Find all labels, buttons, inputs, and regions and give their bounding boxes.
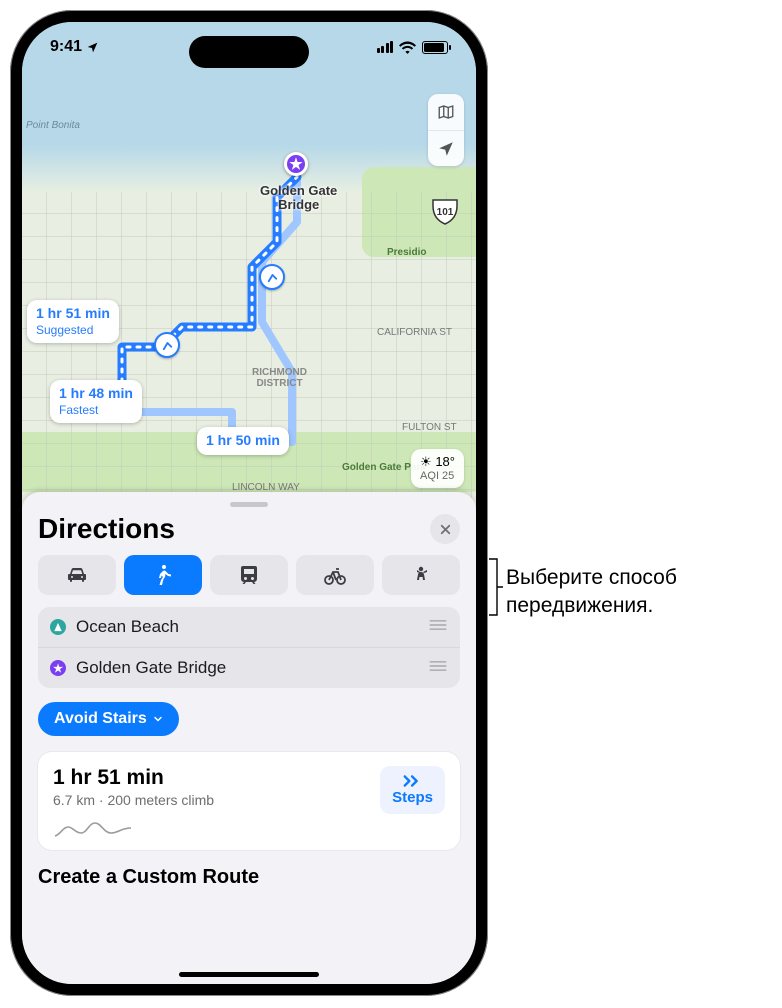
transport-mode-row xyxy=(38,555,460,595)
location-services-icon xyxy=(86,41,99,54)
aqi-value: AQI 25 xyxy=(420,470,455,483)
route-subtitle: 6.7 km · 200 meters climb xyxy=(53,792,368,808)
destination-pin[interactable]: ★ xyxy=(284,152,308,176)
route-bubble-fastest[interactable]: 1 hr 48 min Fastest xyxy=(50,380,142,423)
weather-chip[interactable]: ☀︎ 18° AQI 25 xyxy=(411,449,464,488)
label-california-st: CALIFORNIA ST xyxy=(377,327,452,338)
battery-icon xyxy=(422,41,448,54)
callout-bracket xyxy=(488,558,504,616)
stop-end[interactable]: ★ Golden Gate Bridge xyxy=(38,647,460,688)
tracking-button[interactable] xyxy=(428,130,464,166)
stop-start[interactable]: Ocean Beach xyxy=(38,607,460,647)
phone-frame: 9:41 Point Bonita RICHMOND DISTRI xyxy=(10,10,488,996)
bike-icon xyxy=(323,563,347,587)
map-mode-button[interactable] xyxy=(428,94,464,130)
chevrons-right-icon xyxy=(402,774,424,788)
route-time: 1 hr 51 min xyxy=(36,305,110,321)
mode-cycle[interactable] xyxy=(296,555,374,595)
start-dot-icon xyxy=(50,619,66,635)
label-presidio: Presidio xyxy=(387,247,426,258)
turn-marker xyxy=(259,264,285,290)
sheet-title: Directions xyxy=(38,513,175,545)
elevation-profile-icon xyxy=(53,816,133,840)
map-view[interactable]: Point Bonita RICHMOND DISTRICT Presidio … xyxy=(22,22,476,512)
poi-point-bonita: Point Bonita xyxy=(26,120,80,131)
route-bubble-alt[interactable]: 1 hr 50 min xyxy=(197,427,289,455)
mode-transit[interactable] xyxy=(210,555,288,595)
temp-value: 18° xyxy=(435,454,455,469)
reorder-handle[interactable] xyxy=(428,617,448,637)
route-tag: Fastest xyxy=(59,403,133,418)
status-time: 9:41 xyxy=(50,38,82,56)
status-right xyxy=(377,41,449,54)
mode-walk[interactable] xyxy=(124,555,202,595)
stop-label: Golden Gate Bridge xyxy=(76,658,226,678)
close-button[interactable] xyxy=(430,514,460,544)
destination-label: Golden Gate Bridge xyxy=(260,184,337,213)
wifi-icon xyxy=(399,41,416,54)
mode-rideshare[interactable] xyxy=(382,555,460,595)
hwy-101-shield: 101 xyxy=(430,197,460,227)
steps-label: Steps xyxy=(392,789,433,806)
sun-icon: ☀︎ xyxy=(420,454,432,469)
route-card[interactable]: 1 hr 51 min 6.7 km · 200 meters climb St… xyxy=(38,752,460,850)
route-time: 1 hr 51 min xyxy=(53,766,368,790)
label-district: RICHMOND DISTRICT xyxy=(252,367,307,389)
screen: 9:41 Point Bonita RICHMOND DISTRI xyxy=(22,22,476,984)
route-time: 1 hr 48 min xyxy=(59,385,133,401)
option-label: Avoid Stairs xyxy=(54,710,147,728)
stop-label: Ocean Beach xyxy=(76,617,179,637)
create-custom-route[interactable]: Create a Custom Route xyxy=(38,866,460,889)
steps-button[interactable]: Steps xyxy=(380,766,445,814)
turn-marker xyxy=(154,332,180,358)
transit-icon xyxy=(237,563,261,587)
rideshare-icon xyxy=(409,563,433,587)
directions-sheet[interactable]: Directions xyxy=(22,492,476,984)
chevron-down-icon xyxy=(152,713,164,725)
walk-icon xyxy=(151,563,175,587)
sheet-grabber[interactable] xyxy=(230,502,268,507)
car-icon xyxy=(65,563,89,587)
dynamic-island xyxy=(189,36,309,68)
reorder-handle[interactable] xyxy=(428,658,448,678)
map-controls xyxy=(428,94,464,166)
callout-text: Выберите способ передвижения. xyxy=(506,564,776,621)
end-dot-icon: ★ xyxy=(50,660,66,676)
route-time: 1 hr 50 min xyxy=(206,432,280,448)
svg-text:101: 101 xyxy=(437,207,454,218)
mode-drive[interactable] xyxy=(38,555,116,595)
route-tag: Suggested xyxy=(36,323,110,338)
cellular-icon xyxy=(377,41,394,53)
route-options-pill[interactable]: Avoid Stairs xyxy=(38,702,179,736)
close-icon xyxy=(439,523,452,536)
label-fulton-st: FULTON ST xyxy=(402,422,457,433)
route-bubble-suggested[interactable]: 1 hr 51 min Suggested xyxy=(27,300,119,343)
home-indicator[interactable] xyxy=(179,972,319,977)
route-stops: Ocean Beach ★ Golden Gate Bridge xyxy=(38,607,460,688)
